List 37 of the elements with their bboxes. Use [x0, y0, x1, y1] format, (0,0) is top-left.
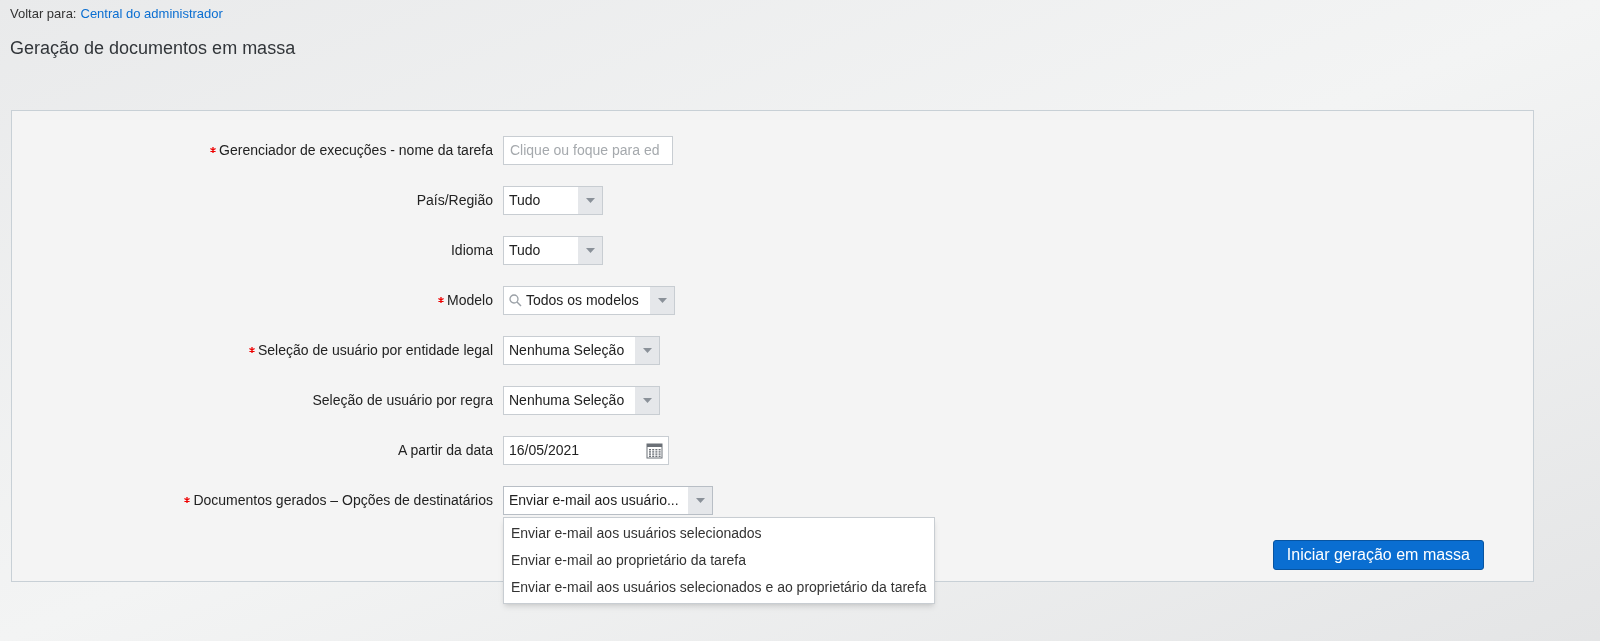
dropdown-option[interactable]: Enviar e-mail ao proprietário da tarefa	[504, 546, 934, 574]
dropdown-caret[interactable]	[635, 386, 659, 414]
dropdown-option[interactable]: Enviar e-mail aos usuários selecionados e ao proprietário da tarefa	[504, 573, 934, 601]
field-label: País/Região	[416, 190, 493, 210]
select-field[interactable]: Tudo	[503, 235, 603, 265]
task-name-input[interactable]: Clique ou foque para ed	[503, 135, 673, 165]
select-field[interactable]: Nenhuma Seleção	[503, 385, 660, 415]
dropdown-option[interactable]: Enviar e-mail aos usuários selecionados	[504, 519, 934, 547]
select-field[interactable]: Nenhuma Seleção	[503, 335, 660, 365]
calendar-icon[interactable]	[646, 441, 663, 459]
field-label: Seleção de usuário por entidade legal	[257, 340, 493, 360]
start-generation-button[interactable]: Iniciar geração em massa	[1272, 539, 1484, 570]
dropdown-caret[interactable]	[635, 336, 659, 364]
caret-icon	[657, 297, 667, 303]
caret-icon	[695, 497, 705, 503]
field-label: Gerenciador de execuções - nome da tarefa	[219, 140, 493, 160]
field-label: Seleção de usuário por regra	[312, 390, 493, 410]
search-icon	[509, 293, 522, 307]
field-label: A partir da data	[398, 440, 493, 460]
field-label: Modelo	[447, 290, 493, 310]
breadcrumb-label: Voltar para:	[10, 5, 77, 23]
select-field[interactable]: Enviar e-mail aos usuário...	[503, 485, 713, 515]
select-field[interactable]: Tudo	[503, 185, 603, 215]
dropdown-caret[interactable]	[650, 286, 674, 314]
caret-icon	[585, 247, 595, 253]
select-field[interactable]: Todos os modelos	[503, 285, 675, 315]
caret-icon	[642, 347, 652, 353]
dropdown-caret[interactable]	[578, 186, 602, 214]
caret-icon	[642, 397, 652, 403]
dropdown-caret[interactable]	[688, 486, 712, 514]
field-label: Idioma	[450, 240, 493, 260]
field-label: Documentos gerados – Opções de destinatários	[193, 490, 493, 510]
caret-icon	[585, 197, 595, 203]
page-title: Geração de documentos em massa	[9, 36, 297, 60]
date-field[interactable]: 16/05/2021	[503, 435, 669, 465]
breadcrumb-link[interactable]: Central do administrador	[80, 4, 223, 24]
dropdown-caret[interactable]	[578, 236, 602, 264]
